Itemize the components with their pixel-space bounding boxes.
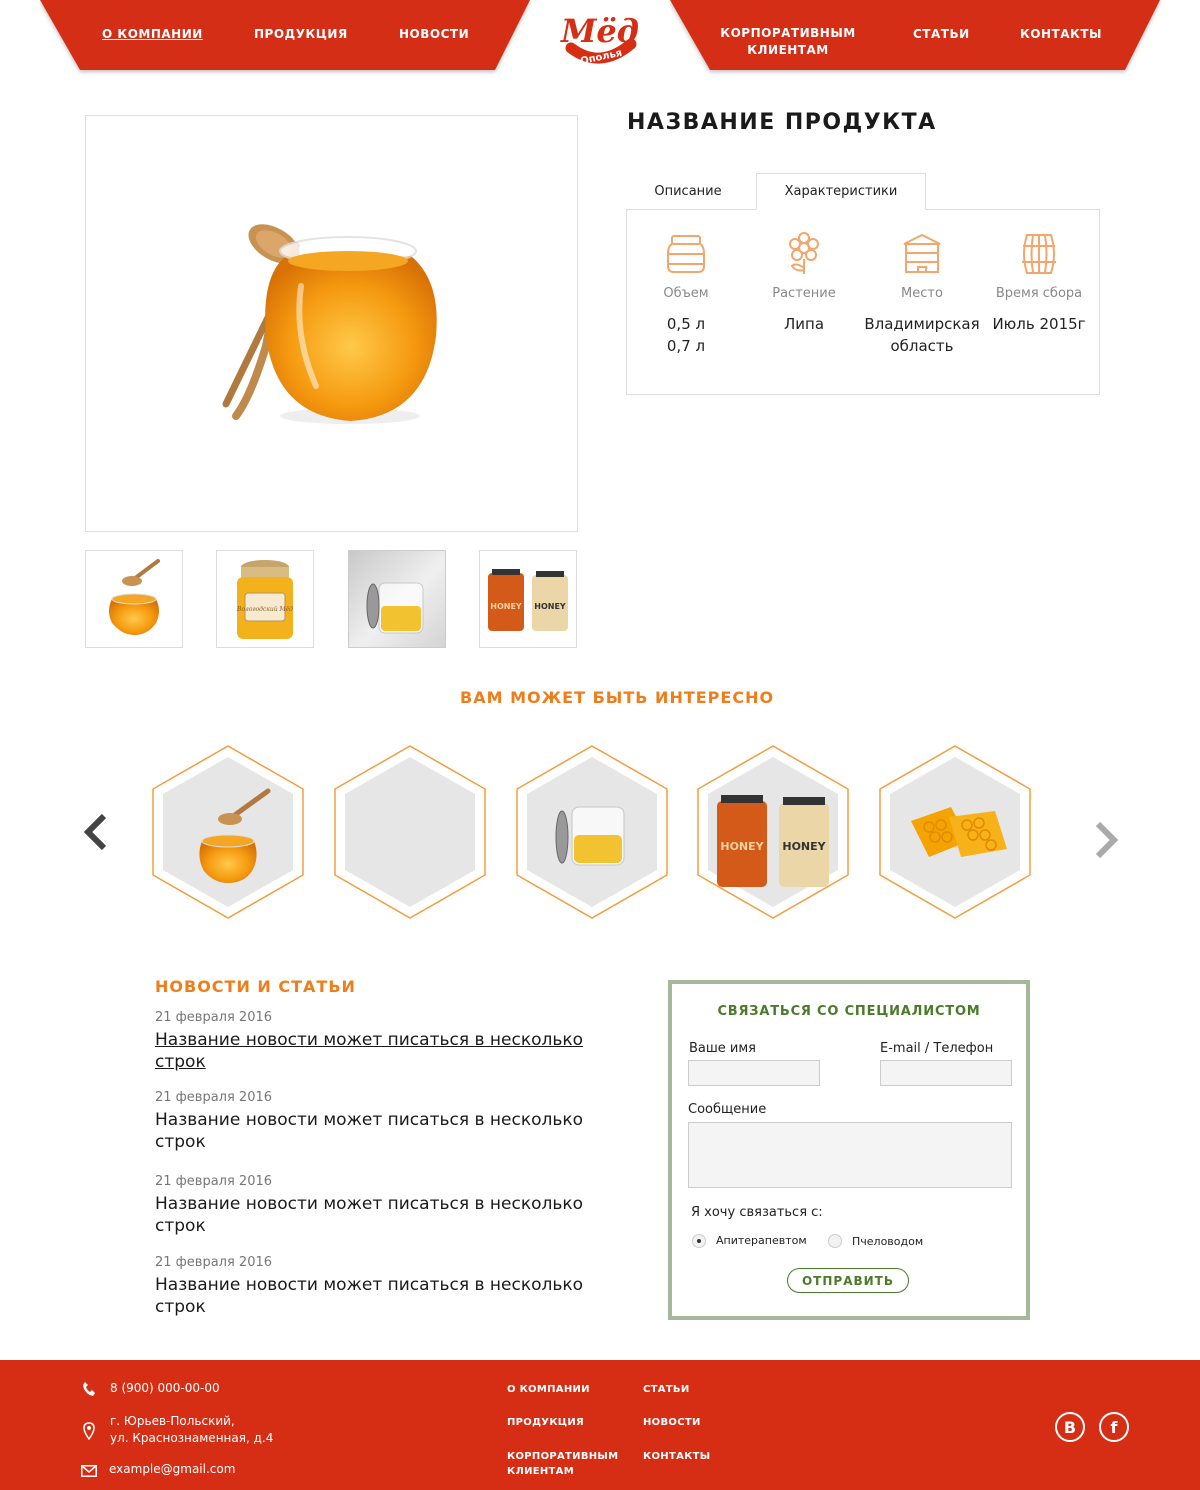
specs-panel: Объем 0,5 л 0,7 л Растение Липа Место Вл…: [626, 209, 1100, 395]
logo[interactable]: Мёд Ополья: [557, 8, 643, 68]
thumb-label-2: HONEY: [534, 602, 566, 611]
related-item-2[interactable]: [334, 745, 486, 919]
tab-characteristics[interactable]: Характеристики: [756, 173, 926, 210]
flower-icon: [789, 232, 819, 274]
nav-contacts[interactable]: КОНТАКТЫ: [1020, 27, 1102, 41]
nav-about[interactable]: О КОМПАНИИ: [102, 27, 203, 41]
jar-icon: [667, 235, 705, 273]
spec-place-value: Владимирская область: [864, 315, 980, 355]
radio-beekeeper-label: Пчеловодом: [852, 1235, 924, 1248]
radio-apitherapist[interactable]: [692, 1234, 706, 1248]
contact-input[interactable]: [880, 1060, 1012, 1086]
thumb-label-1: HONEY: [490, 602, 522, 611]
news-date: 21 февраля 2016: [155, 1255, 273, 1270]
thumb-jar-label: Вологодский Мёд: [236, 606, 293, 613]
spec-harvest-value: Июль 2015г: [992, 315, 1086, 333]
prev-arrow-icon[interactable]: [80, 812, 110, 852]
spec-place: Место Владимирская область: [863, 232, 981, 357]
related-title: ВАМ МОЖЕТ БЫТЬ ИНТЕРЕСНО: [460, 688, 775, 707]
spec-harvest-label: Время сбора: [995, 286, 1083, 301]
product-thumb-2[interactable]: Вологодский Мёд: [216, 550, 314, 648]
news-date: 21 февраля 2016: [155, 1174, 273, 1189]
name-input[interactable]: [688, 1060, 820, 1086]
news-title-link[interactable]: Название новости может писаться в нескол…: [155, 1193, 605, 1237]
related-item-3[interactable]: [516, 745, 668, 919]
message-label: Сообщение: [688, 1102, 767, 1117]
footer-nav-news[interactable]: НОВОСТИ: [643, 1415, 701, 1430]
nav-corporate[interactable]: КОРПОРАТИВНЫМ КЛИЕНТАМ: [713, 25, 863, 59]
footer-nav-products[interactable]: ПРОДУКЦИЯ: [507, 1415, 584, 1430]
related-item-4[interactable]: HONEY HONEY: [697, 745, 849, 919]
footer-nav-corporate[interactable]: КОРПОРАТИВНЫМ КЛИЕНТАМ: [507, 1449, 618, 1479]
footer-address-line2: ул. Краснознаменная, д.4: [110, 1431, 274, 1445]
footer-nav-contacts[interactable]: КОНТАКТЫ: [643, 1449, 710, 1464]
spec-harvest: Время сбора Июль 2015г: [980, 232, 1098, 335]
footer-nav-about[interactable]: О КОМПАНИИ: [507, 1382, 590, 1397]
related-label-1: HONEY: [720, 840, 764, 853]
related-item-5[interactable]: [879, 745, 1031, 919]
news-date: 21 февраля 2016: [155, 1010, 273, 1025]
spec-volume-value: 0,5 л 0,7 л: [666, 315, 706, 355]
product-title: НАЗВАНИЕ ПРОДУКТА: [627, 110, 937, 135]
footer: 8 (900) 000-00-00 г. Юрьев-Польский, ул.…: [0, 1360, 1200, 1490]
location-pin-icon: [83, 1422, 95, 1440]
next-arrow-icon[interactable]: [1092, 820, 1122, 860]
product-thumb-1[interactable]: [85, 550, 183, 648]
spec-place-label: Место: [901, 286, 943, 301]
news-date: 21 февраля 2016: [155, 1090, 273, 1105]
contact-label: E-mail / Телефон: [880, 1041, 994, 1056]
spec-plant-value: Липа: [783, 315, 825, 333]
news-title-link[interactable]: Название новости может писаться в нескол…: [155, 1109, 605, 1153]
phone-icon: [83, 1382, 95, 1396]
spec-volume: Объем 0,5 л 0,7 л: [627, 232, 745, 357]
message-textarea[interactable]: [688, 1122, 1012, 1188]
facebook-icon[interactable]: f: [1099, 1412, 1129, 1442]
news-section-title: НОВОСТИ И СТАТЬИ: [155, 977, 356, 996]
related-label-2: HONEY: [782, 840, 826, 853]
nav-products[interactable]: ПРОДУКЦИЯ: [254, 27, 348, 41]
spec-plant-label: Растение: [772, 286, 836, 301]
product-main-image: [85, 115, 578, 532]
footer-email[interactable]: example@gmail.com: [109, 1461, 235, 1478]
product-thumb-3[interactable]: [348, 550, 446, 648]
mail-icon: [81, 1465, 97, 1477]
spec-volume-label: Объем: [663, 286, 709, 301]
nav-news[interactable]: НОВОСТИ: [399, 27, 469, 41]
name-label: Ваше имя: [689, 1041, 756, 1056]
tab-description[interactable]: Описание: [627, 173, 749, 210]
beehive-icon: [903, 233, 941, 273]
footer-address-line1: г. Юрьев-Польский,: [110, 1414, 235, 1428]
footer-nav-articles[interactable]: СТАТЬИ: [643, 1382, 690, 1397]
nav-articles[interactable]: СТАТЬИ: [913, 27, 970, 41]
submit-button[interactable]: ОТПРАВИТЬ: [787, 1268, 909, 1293]
radio-apitherapist-label: Апитерапевтом: [716, 1234, 807, 1247]
radio-beekeeper[interactable]: [828, 1234, 842, 1248]
news-title-link[interactable]: Название новости может писаться в нескол…: [155, 1029, 605, 1073]
choice-label: Я хочу связаться с:: [691, 1205, 823, 1220]
footer-phone: 8 (900) 000-00-00: [110, 1381, 220, 1395]
spec-plant: Растение Липа: [745, 232, 863, 335]
contact-form-title: СВЯЗАТЬСЯ СО СПЕЦИАЛИСТОМ: [717, 1004, 981, 1019]
related-item-1[interactable]: [152, 745, 304, 919]
vk-icon[interactable]: В: [1055, 1412, 1085, 1442]
contact-form: СВЯЗАТЬСЯ СО СПЕЦИАЛИСТОМ Ваше имя E-mai…: [668, 980, 1030, 1320]
product-thumb-4[interactable]: HONEY HONEY: [479, 550, 577, 648]
barrel-icon: [1022, 234, 1056, 274]
news-title-link[interactable]: Название новости может писаться в нескол…: [155, 1274, 605, 1318]
